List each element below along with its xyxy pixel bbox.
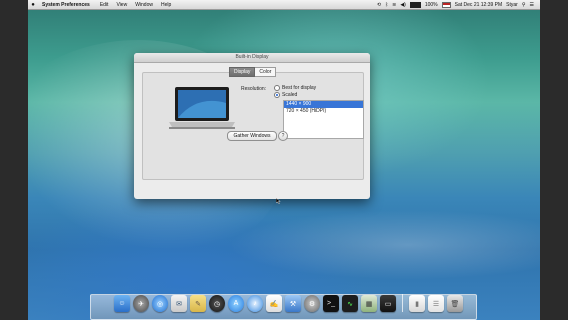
- help-button[interactable]: ?: [278, 131, 288, 141]
- battery-icon[interactable]: [409, 1, 421, 8]
- folder-icon[interactable]: ▮: [409, 295, 425, 312]
- menu-app-name[interactable]: System Preferences: [42, 2, 90, 8]
- wifi-icon[interactable]: ≋: [392, 2, 396, 8]
- activity-monitor-icon[interactable]: ∿: [342, 295, 358, 312]
- input-source-flag-icon[interactable]: [441, 1, 451, 8]
- radio-best-for-display[interactable]: [274, 85, 280, 91]
- wallpaper-foam: [228, 210, 540, 280]
- list-item-1440x900[interactable]: 1440 × 900: [284, 101, 363, 108]
- tab-color[interactable]: Color: [255, 67, 277, 77]
- menu-help[interactable]: Help: [161, 2, 171, 8]
- timemachine-icon[interactable]: ⟲: [377, 2, 381, 8]
- textedit-icon[interactable]: ✍: [266, 295, 282, 312]
- desktop: ● System Preferences Edit View Window He…: [28, 0, 540, 320]
- volume-icon[interactable]: ◀): [400, 2, 406, 8]
- menu-view[interactable]: View: [116, 2, 127, 8]
- battery-percent: 100%: [424, 1, 438, 8]
- preview-icon[interactable]: ▦: [361, 295, 377, 312]
- dock-icons: ☺ ✈ ◎ ✉ ✎ ◷ A ♪ ✍ ⚒ ⚙ >_ ∿ ▦ ▭ ▮ ☰ 🗑: [114, 294, 463, 312]
- tab-display[interactable]: Display: [229, 67, 256, 77]
- system-preferences-icon[interactable]: ⚙: [304, 295, 320, 312]
- mail-icon[interactable]: ✉: [171, 295, 187, 312]
- user-name[interactable]: Styar: [506, 2, 518, 8]
- trash-icon[interactable]: 🗑: [447, 295, 463, 312]
- display-panel: Resolution: Best for display Scaled 1440…: [142, 72, 364, 180]
- gather-windows-button[interactable]: Gather Windows: [227, 131, 277, 141]
- option-scaled[interactable]: Scaled: [274, 92, 297, 98]
- bluetooth-icon[interactable]: ᛒ: [385, 2, 388, 8]
- scaled-resolution-list[interactable]: 1440 × 900 720 × 450 (HiDPI): [283, 100, 364, 139]
- app-icon[interactable]: ▭: [380, 295, 396, 312]
- radio-scaled[interactable]: [274, 92, 280, 98]
- list-item-720x450[interactable]: 720 × 450 (HiDPI): [284, 108, 363, 115]
- option-best-for-display-label: Best for display: [282, 85, 317, 91]
- option-best-for-display[interactable]: Best for display: [274, 85, 316, 91]
- spotlight-icon[interactable]: ⚲: [522, 2, 526, 8]
- safari-icon[interactable]: ◎: [152, 295, 168, 312]
- tab-bar: Display Color: [229, 67, 277, 77]
- display-preferences-window: Built-in Display Display Color Resolutio…: [134, 53, 370, 199]
- notes-icon[interactable]: ✎: [190, 295, 206, 312]
- dock-separator: [402, 294, 403, 312]
- notification-center-icon[interactable]: ☰: [530, 2, 534, 8]
- launchpad-icon[interactable]: ✈: [133, 295, 149, 312]
- itunes-icon[interactable]: ♪: [247, 295, 263, 312]
- xcode-icon[interactable]: ⚒: [285, 295, 301, 312]
- menu-edit[interactable]: Edit: [100, 2, 109, 8]
- menubar: ● System Preferences Edit View Window He…: [28, 0, 540, 10]
- laptop-icon: [169, 87, 235, 129]
- document-icon[interactable]: ☰: [428, 295, 444, 312]
- finder-icon[interactable]: ☺: [114, 295, 130, 312]
- appstore-icon[interactable]: A: [228, 295, 244, 312]
- dashboard-icon[interactable]: ◷: [209, 295, 225, 312]
- menu-window[interactable]: Window: [135, 2, 153, 8]
- terminal-icon[interactable]: >_: [323, 295, 339, 312]
- clock[interactable]: Sat Dec 21 12:39 PM: [455, 2, 503, 8]
- mouse-cursor-icon: [276, 198, 281, 204]
- apple-menu-icon[interactable]: ●: [28, 2, 38, 8]
- window-title[interactable]: Built-in Display: [134, 53, 370, 63]
- option-scaled-label: Scaled: [282, 92, 298, 98]
- resolution-label: Resolution:: [241, 86, 267, 92]
